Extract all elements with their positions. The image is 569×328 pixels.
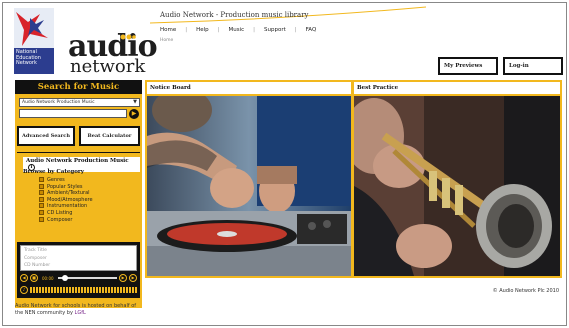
- trumpet-photo-illustration: [354, 96, 560, 276]
- search-input[interactable]: [19, 109, 127, 118]
- my-previews-button[interactable]: My Previews: [438, 57, 498, 75]
- play-icon[interactable]: ▶: [119, 274, 127, 282]
- seek-slider[interactable]: [57, 275, 117, 281]
- category-list: Genres Popular Styles Ambient/Textural M…: [39, 177, 93, 223]
- volume-icon[interactable]: ♪: [20, 286, 28, 294]
- player-display: Track Title Composer CD Number: [20, 245, 137, 271]
- nav-separator: |: [253, 27, 256, 33]
- player-time: 00:00: [42, 275, 54, 281]
- notice-board-title[interactable]: Notice Board: [147, 82, 351, 94]
- category-item[interactable]: Mood/Atmosphere: [39, 197, 93, 204]
- cd-number-field: CD Number: [24, 263, 51, 268]
- site-logo[interactable]: National Education Network audio network: [14, 8, 158, 76]
- category-item[interactable]: Genres: [39, 177, 93, 184]
- browse-heading: Browse by Category: [23, 169, 85, 175]
- nav-home[interactable]: Home: [160, 27, 176, 33]
- forward-icon[interactable]: ▶: [129, 274, 137, 282]
- copyright-text: © Audio Network Plc 2010: [492, 288, 559, 294]
- seek-knob[interactable]: [61, 275, 68, 281]
- nav-separator: |: [294, 27, 297, 33]
- dj-photo-illustration: [147, 96, 351, 276]
- library-select-value: Audio Network Production Music: [22, 100, 95, 105]
- chevron-down-icon: ▼: [133, 99, 137, 105]
- category-item[interactable]: Composer: [39, 217, 93, 224]
- category-item[interactable]: CD Listing: [39, 210, 93, 217]
- production-music-panel: Audio Network Production Musici Browse b…: [17, 152, 140, 236]
- breadcrumb[interactable]: Home: [160, 38, 173, 43]
- nav-faq[interactable]: FAQ: [306, 27, 317, 33]
- track-title-field: Track Title: [24, 248, 47, 253]
- search-panel: Search for Music Audio Network Productio…: [15, 80, 142, 308]
- player-controls: ◀ ■ 00:00 ▶ ▶: [20, 273, 137, 283]
- nav-separator: |: [185, 27, 188, 33]
- nav-music[interactable]: Music: [229, 27, 245, 33]
- login-button[interactable]: Log-in: [503, 57, 563, 75]
- lgfl-link[interactable]: LGfL: [75, 310, 86, 316]
- logo-dots-icon: [120, 34, 136, 40]
- production-music-title-text: Audio Network Production Music: [26, 158, 129, 164]
- trumpet-image[interactable]: [354, 96, 560, 276]
- nav-support[interactable]: Support: [264, 27, 286, 33]
- nen-text: National Education Network: [16, 49, 56, 67]
- nav-separator: |: [217, 27, 220, 33]
- footer-note: Audio Network for schools is hosted on b…: [15, 303, 145, 317]
- beat-calculator-button[interactable]: Beat Calculator: [79, 126, 140, 146]
- best-practice-panel: Best Practice: [352, 80, 562, 278]
- audio-player: Track Title Composer CD Number ◀ ■ 00:00…: [17, 242, 140, 298]
- advanced-search-button[interactable]: Advanced Search: [17, 126, 75, 146]
- notice-board-panel: Notice Board: [145, 80, 353, 278]
- top-nav: Home | Help | Music | Support | FAQ: [160, 27, 316, 33]
- site-title: Audio Network - Production music library: [160, 11, 309, 19]
- search-go-icon[interactable]: ▶: [129, 109, 139, 119]
- volume-meter: ♪: [20, 286, 137, 294]
- category-item[interactable]: Instrumentation: [39, 203, 93, 210]
- category-item[interactable]: Popular Styles: [39, 184, 93, 191]
- stop-icon[interactable]: ■: [30, 274, 38, 282]
- nen-text-line: Network: [16, 60, 37, 66]
- library-select[interactable]: Audio Network Production Music ▼: [19, 98, 140, 107]
- logo-network-word: network: [70, 56, 146, 77]
- category-item[interactable]: Ambient/Textural: [39, 190, 93, 197]
- rewind-icon[interactable]: ◀: [20, 274, 28, 282]
- volume-bars[interactable]: [30, 287, 137, 293]
- best-practice-title[interactable]: Best Practice: [354, 82, 560, 94]
- search-title: Search for Music: [15, 80, 142, 94]
- dj-turntable-image[interactable]: [147, 96, 351, 276]
- composer-field: Composer: [24, 255, 47, 261]
- nav-help[interactable]: Help: [196, 27, 209, 33]
